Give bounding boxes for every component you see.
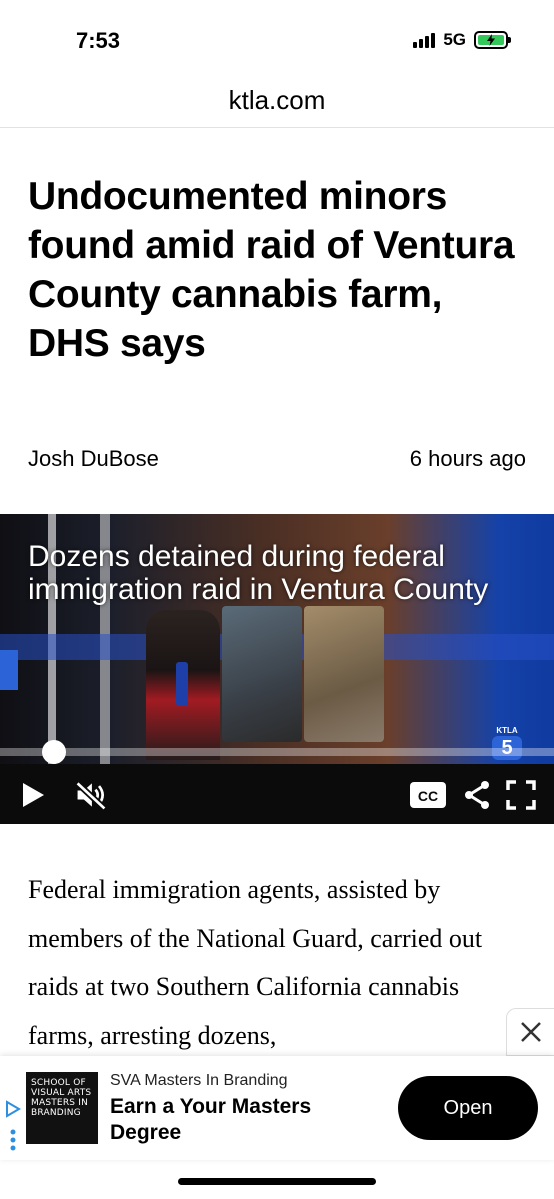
ad-headline: Earn a Your Masters Degree (110, 1095, 312, 1144)
video-player[interactable]: Dozens detained during federal immigrati… (0, 514, 554, 824)
play-icon[interactable] (16, 778, 50, 812)
status-indicators: 5G (413, 30, 511, 50)
muted-speaker-icon[interactable] (74, 778, 108, 812)
video-progress-bar[interactable] (0, 748, 554, 756)
ad-sponsor: SVA Masters In Branding (110, 1072, 288, 1089)
browser-address-bar[interactable]: ktla.com (0, 78, 554, 128)
video-scrubber-handle[interactable] (42, 740, 66, 764)
video-controls: CC (0, 764, 554, 824)
article-headline: Undocumented minors found amid raid of V… (28, 175, 515, 365)
article-timestamp: 6 hours ago (409, 446, 526, 471)
close-icon (520, 1022, 541, 1042)
station-logo: KTLA 5 (490, 726, 524, 762)
svg-text:CC: CC (418, 788, 438, 804)
closed-captions-icon[interactable]: CC (408, 778, 448, 812)
status-time: 7:53 (76, 28, 121, 53)
status-bar: 7:53 5G (0, 0, 554, 80)
video-caption: Dozens detained during federal immigrati… (28, 540, 489, 606)
adchoices-icon[interactable] (4, 1100, 22, 1160)
home-indicator[interactable] (178, 1178, 376, 1185)
battery-charging-icon (474, 31, 511, 49)
ad-close-button[interactable] (506, 1008, 554, 1056)
advertiser-logo: SCHOOL OF VISUAL ARTS MASTERS IN BRANDIN… (26, 1072, 98, 1144)
article-body: Federal immigration agents, assisted by … (28, 875, 483, 1050)
ad-banner[interactable]: SCHOOL OF VISUAL ARTS MASTERS IN BRANDIN… (0, 1056, 554, 1160)
network-type: 5G (443, 30, 466, 49)
ad-open-button[interactable]: Open (398, 1076, 538, 1140)
fullscreen-icon[interactable] (504, 778, 538, 812)
url-text: ktla.com (228, 85, 326, 115)
article-author[interactable]: Josh DuBose (28, 446, 159, 472)
cellular-signal-icon (413, 32, 436, 48)
share-icon[interactable] (460, 778, 494, 812)
